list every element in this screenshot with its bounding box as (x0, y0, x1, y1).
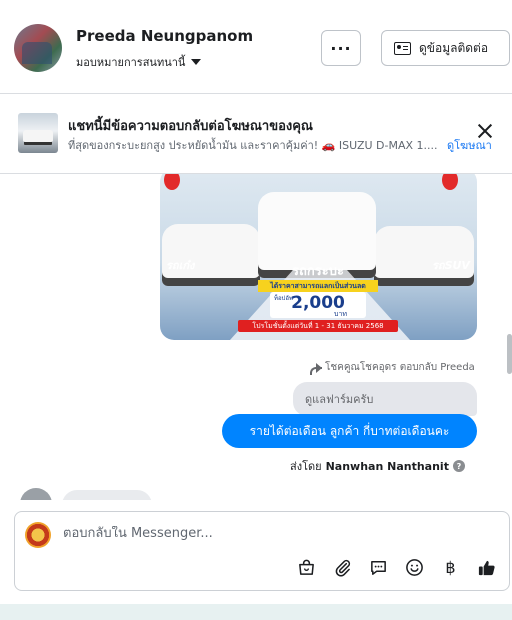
scrollbar-thumb[interactable] (507, 334, 512, 374)
reply-input[interactable] (63, 526, 483, 541)
footer-strip (0, 604, 512, 620)
view-contact-button[interactable]: ดูข้อมูลติดต่อ (381, 30, 510, 66)
view-contact-label: ดูข้อมูลติดต่อ (419, 40, 489, 55)
reply-indicator: โชคคูณโชคอุดร ตอบกลับ Preeda (310, 360, 475, 375)
close-icon[interactable] (476, 122, 494, 140)
customer-name[interactable]: Preeda Neungpanom (76, 27, 253, 45)
composer-toolbar: ฿ (297, 558, 496, 577)
chevron-down-icon (191, 59, 202, 65)
ad-yellow-strip: ได้ราคาสามารถแลกเป็นส่วนลด (258, 280, 378, 292)
ad-right-tag: รถSUV (432, 259, 470, 272)
more-options-button[interactable]: ··· (321, 30, 361, 66)
ad-left-tag: รถเก๋ง (166, 259, 195, 272)
ad-reply-banner: แชทนี้มีข้อความตอบกลับต่อโฆษณาของคุณ ที่… (0, 94, 512, 174)
payment-baht-icon[interactable]: ฿ (441, 558, 460, 577)
message-thread[interactable]: รถเก๋ง รถSUV รถกระบะ ได้ราคาสามารถแลกเป็… (0, 174, 512, 500)
ad-price-box: ท็อปอัพ 2,000 บาท (270, 292, 366, 318)
ad-image-attachment[interactable]: รถเก๋ง รถSUV รถกระบะ ได้ราคาสามารถแลกเป็… (160, 174, 477, 340)
saved-replies-icon[interactable] (369, 558, 388, 577)
reply-arrow-icon (310, 362, 322, 375)
balloon-decoration (442, 174, 458, 190)
sent-by-line: ส่งโดย Nanwhan Nanthanit ? (290, 457, 465, 475)
sender-name: Nanwhan Nanthanit (325, 459, 449, 473)
more-icon: ··· (330, 38, 352, 58)
message-composer: ฿ (14, 511, 510, 591)
incoming-avatar (20, 488, 52, 500)
ad-center-title: รถกระบะ (292, 264, 344, 279)
contact-card-icon (394, 41, 411, 55)
sedan-car-graphic (162, 224, 260, 286)
reply-meta-text: โชคคูณโชคอุดร ตอบกลับ Preeda (325, 362, 475, 373)
ad-banner-title: แชทนี้มีข้อความตอบกลับต่อโฆษณาของคุณ (68, 119, 313, 134)
ad-thumbnail (18, 113, 58, 153)
shop-bag-icon[interactable] (297, 558, 316, 577)
ad-banner-subtitle: ที่สุดของกระบะยกสูง ประหยัดน้ำมัน และราค… (68, 139, 438, 152)
emoji-icon[interactable] (405, 558, 424, 577)
conversation-header: Preeda Neungpanom มอบหมายการสนทนานี้ ···… (0, 0, 512, 94)
page-avatar (25, 522, 51, 548)
info-icon[interactable]: ? (452, 460, 465, 472)
customer-avatar[interactable] (14, 24, 62, 72)
sent-by-prefix: ส่งโดย (290, 460, 322, 473)
thumbs-up-icon[interactable] (477, 558, 496, 577)
ad-promo-strip: โปรโมชั่นตั้งแต่วันที่ 1 - 31 ธันวาคม 25… (238, 320, 398, 332)
incoming-message-bubble[interactable] (62, 490, 152, 500)
outgoing-message-bubble[interactable]: รายได้ต่อเดือน ลูกค้า กี่บาทต่อเดือนคะ (222, 414, 477, 448)
assign-label: มอบหมายการสนทนานี้ (76, 56, 186, 69)
ad-price-prefix: ท็อปอัพ (274, 295, 293, 302)
balloon-decoration (164, 174, 180, 190)
assign-conversation-dropdown[interactable]: มอบหมายการสนทนานี้ (76, 53, 202, 71)
ad-price-unit: บาท (334, 310, 347, 318)
attachment-icon[interactable] (333, 558, 352, 577)
quoted-message[interactable]: ดูแลฟาร์มครับ (293, 382, 477, 416)
